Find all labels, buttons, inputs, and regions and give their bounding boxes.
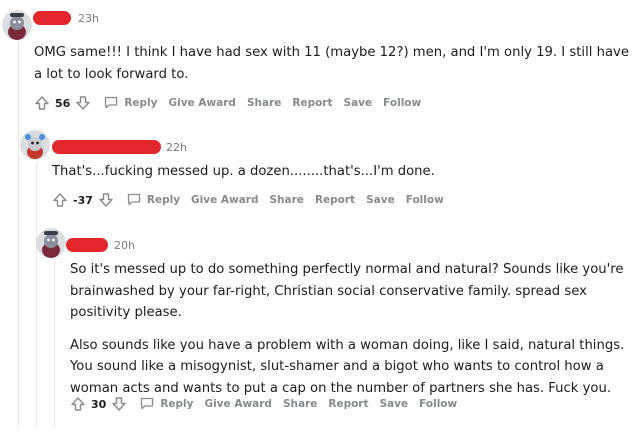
comment-actions: -37 Reply Give Award Share Report Save F… <box>52 190 455 210</box>
upvote-icon[interactable] <box>70 396 86 412</box>
reply-button[interactable]: Reply <box>139 395 193 414</box>
comment-paragraph: OMG same!!! I think I have had sex with … <box>34 45 629 82</box>
vote-score: -37 <box>73 193 93 207</box>
redacted-username <box>52 140 161 154</box>
avatar[interactable] <box>20 130 50 160</box>
reply-icon <box>103 94 124 113</box>
share-button[interactable]: Share <box>270 194 304 206</box>
comment-paragraph: Also sounds like you have a problem with… <box>70 337 625 396</box>
share-button[interactable]: Share <box>283 398 317 410</box>
comment-body: That's...fucking messed up. a dozen.....… <box>52 161 612 183</box>
save-button[interactable]: Save <box>366 194 395 206</box>
timestamp: 23h <box>78 12 99 25</box>
give-award-button[interactable]: Give Award <box>168 97 235 109</box>
vote-score: 30 <box>91 397 107 411</box>
follow-button[interactable]: Follow <box>419 398 457 410</box>
comment-actions: 56 Reply Give Award Share Report Save Fo… <box>34 93 432 113</box>
vote-controls: 30 <box>70 396 127 412</box>
give-award-button[interactable]: Give Award <box>204 398 271 410</box>
upvote-icon[interactable] <box>52 192 68 208</box>
give-award-button[interactable]: Give Award <box>191 194 258 206</box>
downvote-icon[interactable] <box>75 95 91 111</box>
report-button[interactable]: Report <box>315 194 355 206</box>
thread-line[interactable] <box>36 164 37 427</box>
redacted-username <box>33 11 71 25</box>
save-button[interactable]: Save <box>344 97 373 109</box>
reply-label: Reply <box>146 194 181 206</box>
reply-button[interactable]: Reply <box>103 94 157 113</box>
reply-label: Reply <box>124 97 158 109</box>
downvote-icon[interactable] <box>111 396 127 412</box>
timestamp: 20h <box>114 239 135 252</box>
follow-button[interactable]: Follow <box>383 97 421 109</box>
comment-actions: 30 Reply Give Award Share Report Save Fo… <box>70 394 468 414</box>
redacted-username <box>66 238 108 252</box>
comment-body: OMG same!!! I think I have had sex with … <box>34 42 634 85</box>
report-button[interactable]: Report <box>292 97 332 109</box>
vote-controls: 56 <box>34 95 91 111</box>
vote-score: 56 <box>55 96 71 110</box>
reply-button[interactable]: Reply <box>126 191 180 210</box>
share-button[interactable]: Share <box>247 97 281 109</box>
reply-label: Reply <box>160 398 194 410</box>
thread-line[interactable] <box>18 42 19 427</box>
vote-controls: -37 <box>52 192 114 208</box>
downvote-icon[interactable] <box>98 192 114 208</box>
timestamp: 22h <box>166 141 187 154</box>
upvote-icon[interactable] <box>34 95 50 111</box>
report-button[interactable]: Report <box>328 398 368 410</box>
thread-line[interactable] <box>54 262 55 427</box>
comment-body: So it's messed up to do something perfec… <box>70 259 625 399</box>
avatar[interactable] <box>2 10 32 40</box>
comment-paragraph: That's...fucking messed up. a dozen.....… <box>52 164 435 179</box>
comment-paragraph: So it's messed up to do something perfec… <box>70 262 624 320</box>
avatar[interactable] <box>36 228 66 258</box>
reply-icon <box>139 395 160 414</box>
save-button[interactable]: Save <box>380 398 409 410</box>
reply-icon <box>126 191 147 210</box>
follow-button[interactable]: Follow <box>406 194 444 206</box>
